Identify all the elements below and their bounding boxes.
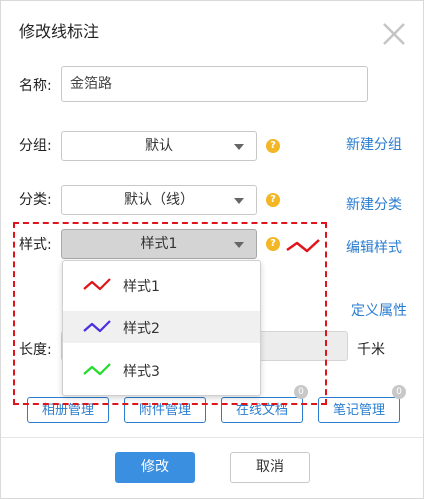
edit-style-link[interactable]: 编辑样式 [346, 237, 402, 257]
help-icon[interactable]: ? [266, 139, 280, 153]
highlight-annotation-box [13, 222, 327, 405]
cancel-button[interactable]: 取消 [230, 452, 310, 483]
notes-manage-button[interactable]: 笔记管理 [318, 397, 400, 423]
group-select-value: 默认 [145, 138, 173, 154]
new-group-link[interactable]: 新建分组 [346, 134, 402, 154]
name-input[interactable]: 金箔路 [61, 66, 368, 102]
dialog-title: 修改线标注 [19, 22, 100, 41]
confirm-button[interactable]: 修改 [115, 452, 195, 483]
notes-badge: 0 [392, 385, 406, 399]
category-label: 分类: [19, 192, 52, 208]
category-select-value: 默认（线） [124, 192, 194, 208]
group-select[interactable]: 默认 [61, 131, 257, 161]
edit-line-annotation-dialog: 修改线标注 名称: 金箔路 分组: 默认 ? 新建分组 分类: 默认（线） ? … [0, 0, 424, 499]
define-attributes-link[interactable]: 定义属性 [351, 300, 407, 320]
name-label: 名称: [19, 78, 52, 94]
length-unit: 千米 [357, 342, 385, 358]
category-select[interactable]: 默认（线） [61, 185, 257, 215]
chevron-down-icon [234, 198, 244, 204]
group-label: 分组: [19, 138, 52, 154]
new-category-link[interactable]: 新建分类 [346, 194, 402, 214]
close-icon[interactable] [381, 21, 407, 47]
help-icon[interactable]: ? [266, 193, 280, 207]
chevron-down-icon [234, 144, 244, 150]
footer-divider [1, 437, 423, 438]
